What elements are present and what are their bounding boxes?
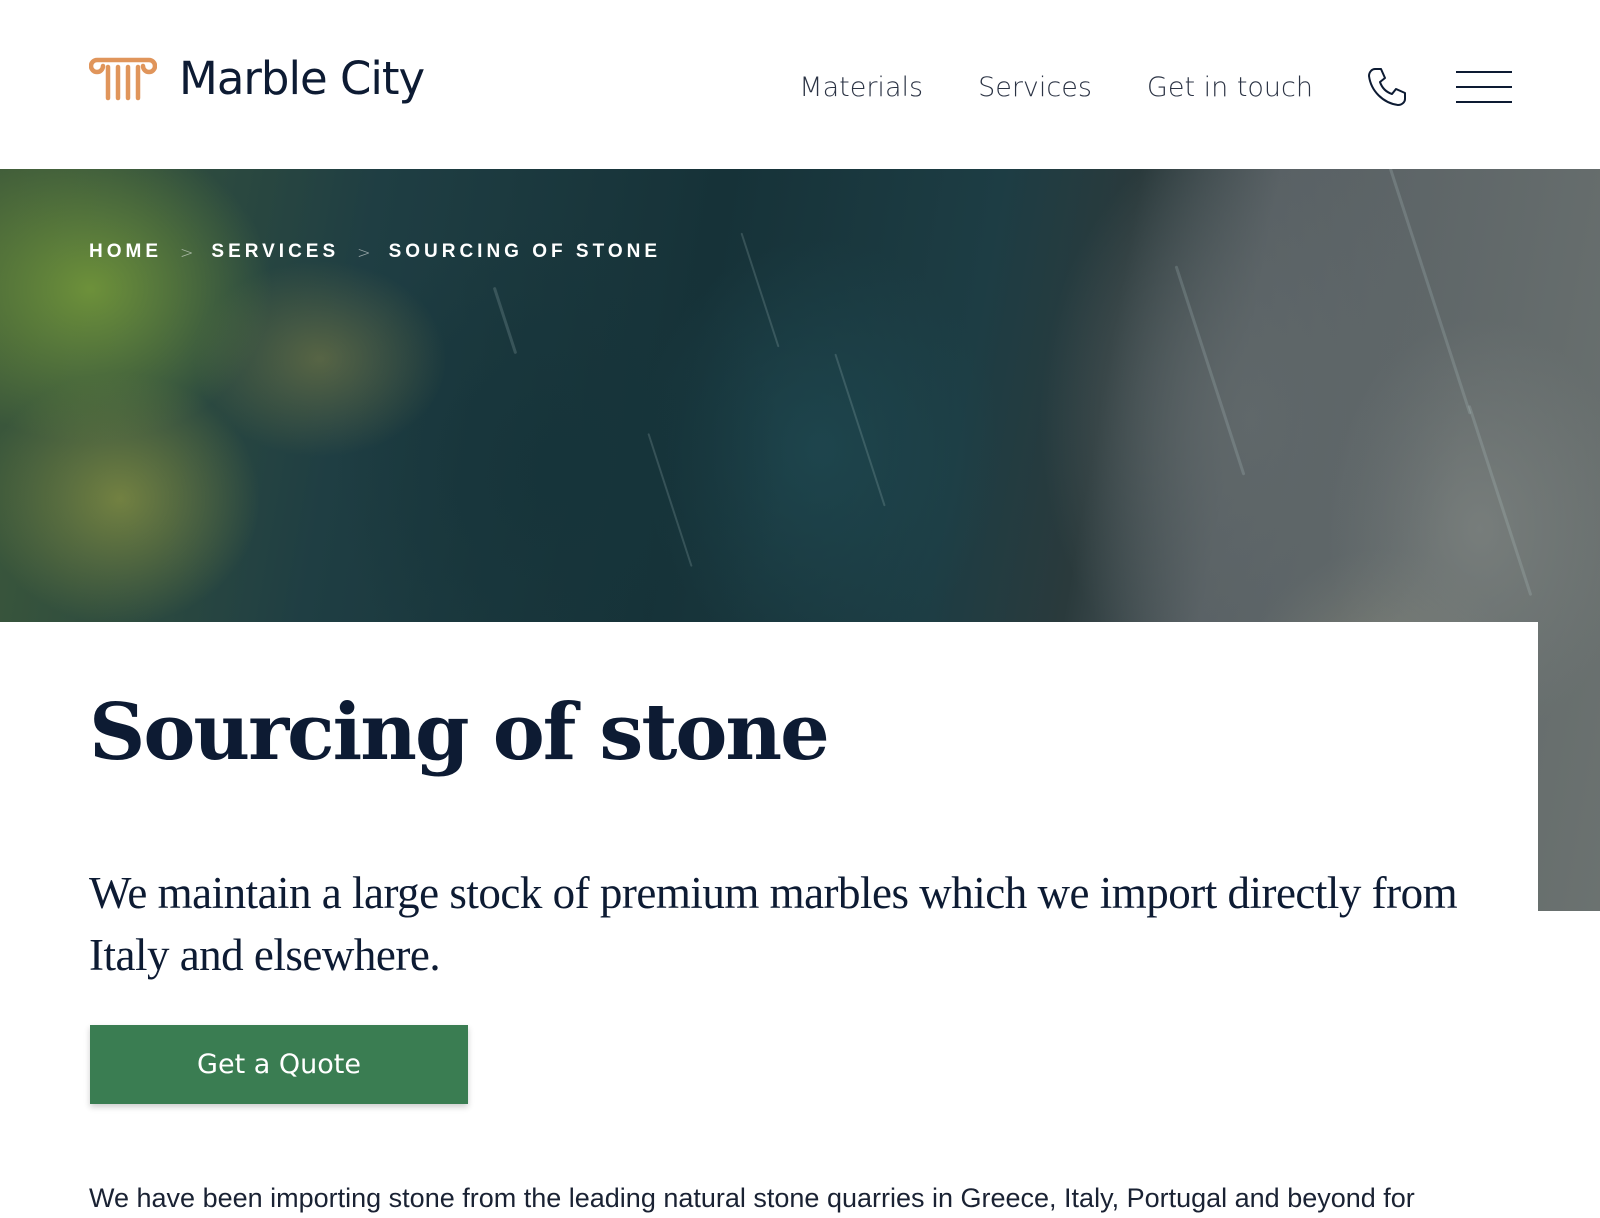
nav-get-in-touch[interactable]: Get in touch <box>1147 72 1313 103</box>
page-title: Sourcing of stone <box>89 687 830 778</box>
breadcrumb: HOME > SERVICES > SOURCING OF STONE <box>89 241 661 263</box>
ionic-column-icon <box>89 57 157 101</box>
phone-icon[interactable] <box>1365 65 1409 109</box>
content-card: Sourcing of stone We maintain a large st… <box>0 622 1538 1213</box>
brand-name: Marble City <box>179 51 425 105</box>
chevron-right-icon: > <box>180 242 194 262</box>
hamburger-menu-icon[interactable] <box>1456 69 1512 105</box>
body-paragraph: We have been importing stone from the le… <box>89 1183 1415 1213</box>
breadcrumb-services[interactable]: SERVICES <box>211 241 339 263</box>
nav-services[interactable]: Services <box>978 72 1092 103</box>
nav-materials[interactable]: Materials <box>799 72 923 103</box>
breadcrumb-current: SOURCING OF STONE <box>388 241 662 262</box>
logo-link[interactable]: Marble City <box>89 51 425 105</box>
breadcrumb-home[interactable]: HOME <box>89 241 162 263</box>
menu-line <box>1456 101 1512 103</box>
lead-paragraph: We maintain a large stock of premium mar… <box>89 868 1458 980</box>
menu-line <box>1456 86 1512 88</box>
get-a-quote-button[interactable]: Get a Quote <box>90 1025 468 1104</box>
main-nav: Materials Services Get in touch <box>799 67 1600 107</box>
chevron-right-icon: > <box>357 242 371 262</box>
menu-line <box>1456 71 1512 73</box>
site-header: Marble City Materials Services Get in to… <box>0 0 1600 169</box>
